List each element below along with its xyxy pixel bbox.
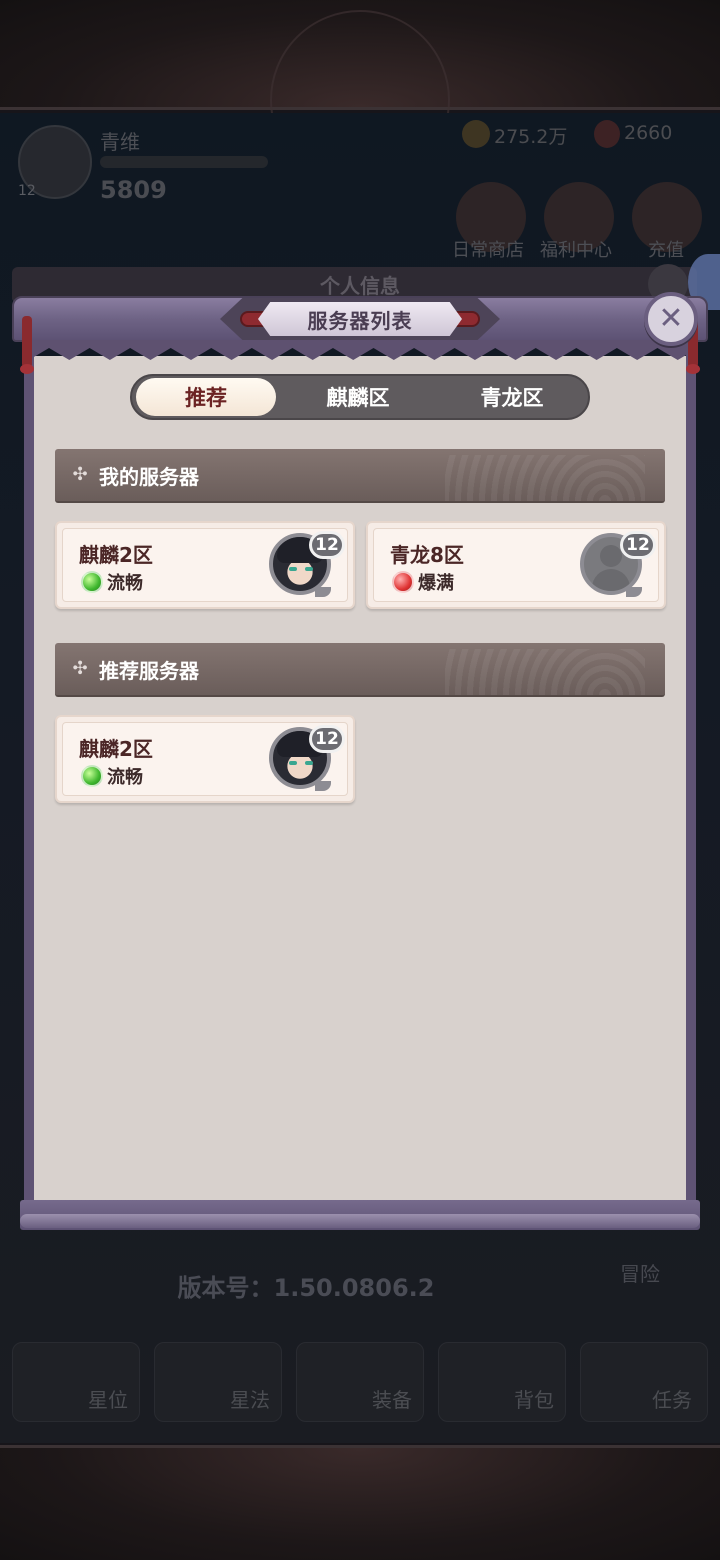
server-name: 青龙8区 [390,543,464,567]
server-tabs: 推荐 麒麟区 青龙区 [130,374,590,420]
status-label: 流畅 [107,767,143,788]
dock-label: 装备 [372,1388,412,1412]
section-knot-icon: ✣ [72,658,88,679]
silhouette-body [592,569,630,591]
coin-value: 275.2万 [494,126,568,148]
dialog-title: 服务器列表 [307,308,413,333]
dock-label: 任务 [652,1388,692,1412]
section-my-servers: ✣ 我的服务器 [55,449,665,503]
top-ornament [0,0,720,190]
bottom-dock [0,1330,720,1430]
gem-value: 2660 [624,122,673,144]
shortcut-label: 充值 [648,240,684,261]
section-title: 我的服务器 [99,464,199,489]
level-badge: 12 [309,725,345,753]
shortcut-label: 日常商店 [452,240,524,261]
player-name: 青维 [100,130,140,154]
status-red-icon [392,571,414,593]
close-button[interactable]: ✕ [644,292,698,346]
version-text: 版本号：1.50.0806.2 [177,1274,435,1302]
underlying-dialog-title: 个人信息 [320,274,400,298]
server-status: 流畅 [81,763,143,789]
close-icon: ✕ [658,301,684,336]
level-badge: 12 [309,531,345,559]
shortcut-label: 福利中心 [540,240,612,261]
dock-label: 星法 [230,1388,270,1412]
eye-shape [289,761,297,765]
scroll-right-edge [686,340,696,1210]
dock-label: 星位 [88,1388,128,1412]
exp-bar [100,156,268,168]
tassel-left-icon [20,316,34,374]
section-title: 推荐服务器 [99,658,199,683]
coin-icon [462,120,490,148]
scroll-rod [20,1214,700,1228]
eye-shape [305,761,313,765]
server-name: 麒麟2区 [79,543,153,567]
server-status: 爆满 [392,569,454,595]
server-name: 麒麟2区 [79,737,153,761]
server-status: 流畅 [81,569,143,595]
adventure-label: 冒险 [620,1262,660,1286]
eye-shape [289,567,297,571]
section-recommended-servers: ✣ 推荐服务器 [55,643,665,697]
status-label: 爆满 [418,573,454,594]
status-green-icon [81,765,103,787]
player-level: 12 [18,183,36,199]
eye-shape [305,567,313,571]
tab-qinglong[interactable]: 青龙区 [442,378,582,416]
power-value: 5809 [100,176,167,204]
tab-qilin[interactable]: 麒麟区 [288,378,428,416]
gem-icon [594,120,620,148]
dock-label: 背包 [514,1388,554,1412]
server-card[interactable]: 青龙8区 爆满 12 [366,521,666,609]
silhouette-head [600,545,622,567]
bottom-ornament [0,1445,720,1560]
server-card[interactable]: 麒麟2区 流畅 12 [55,521,355,609]
tab-recommended[interactable]: 推荐 [136,378,276,416]
scroll-left-edge [24,340,34,1210]
status-green-icon [81,571,103,593]
wave-decoration [445,455,645,501]
wave-decoration [445,649,645,695]
status-label: 流畅 [107,573,143,594]
title-banner: 服务器列表 [258,302,462,336]
level-badge: 12 [620,531,656,559]
server-card[interactable]: 麒麟2区 流畅 12 [55,715,355,803]
section-knot-icon: ✣ [72,464,88,485]
